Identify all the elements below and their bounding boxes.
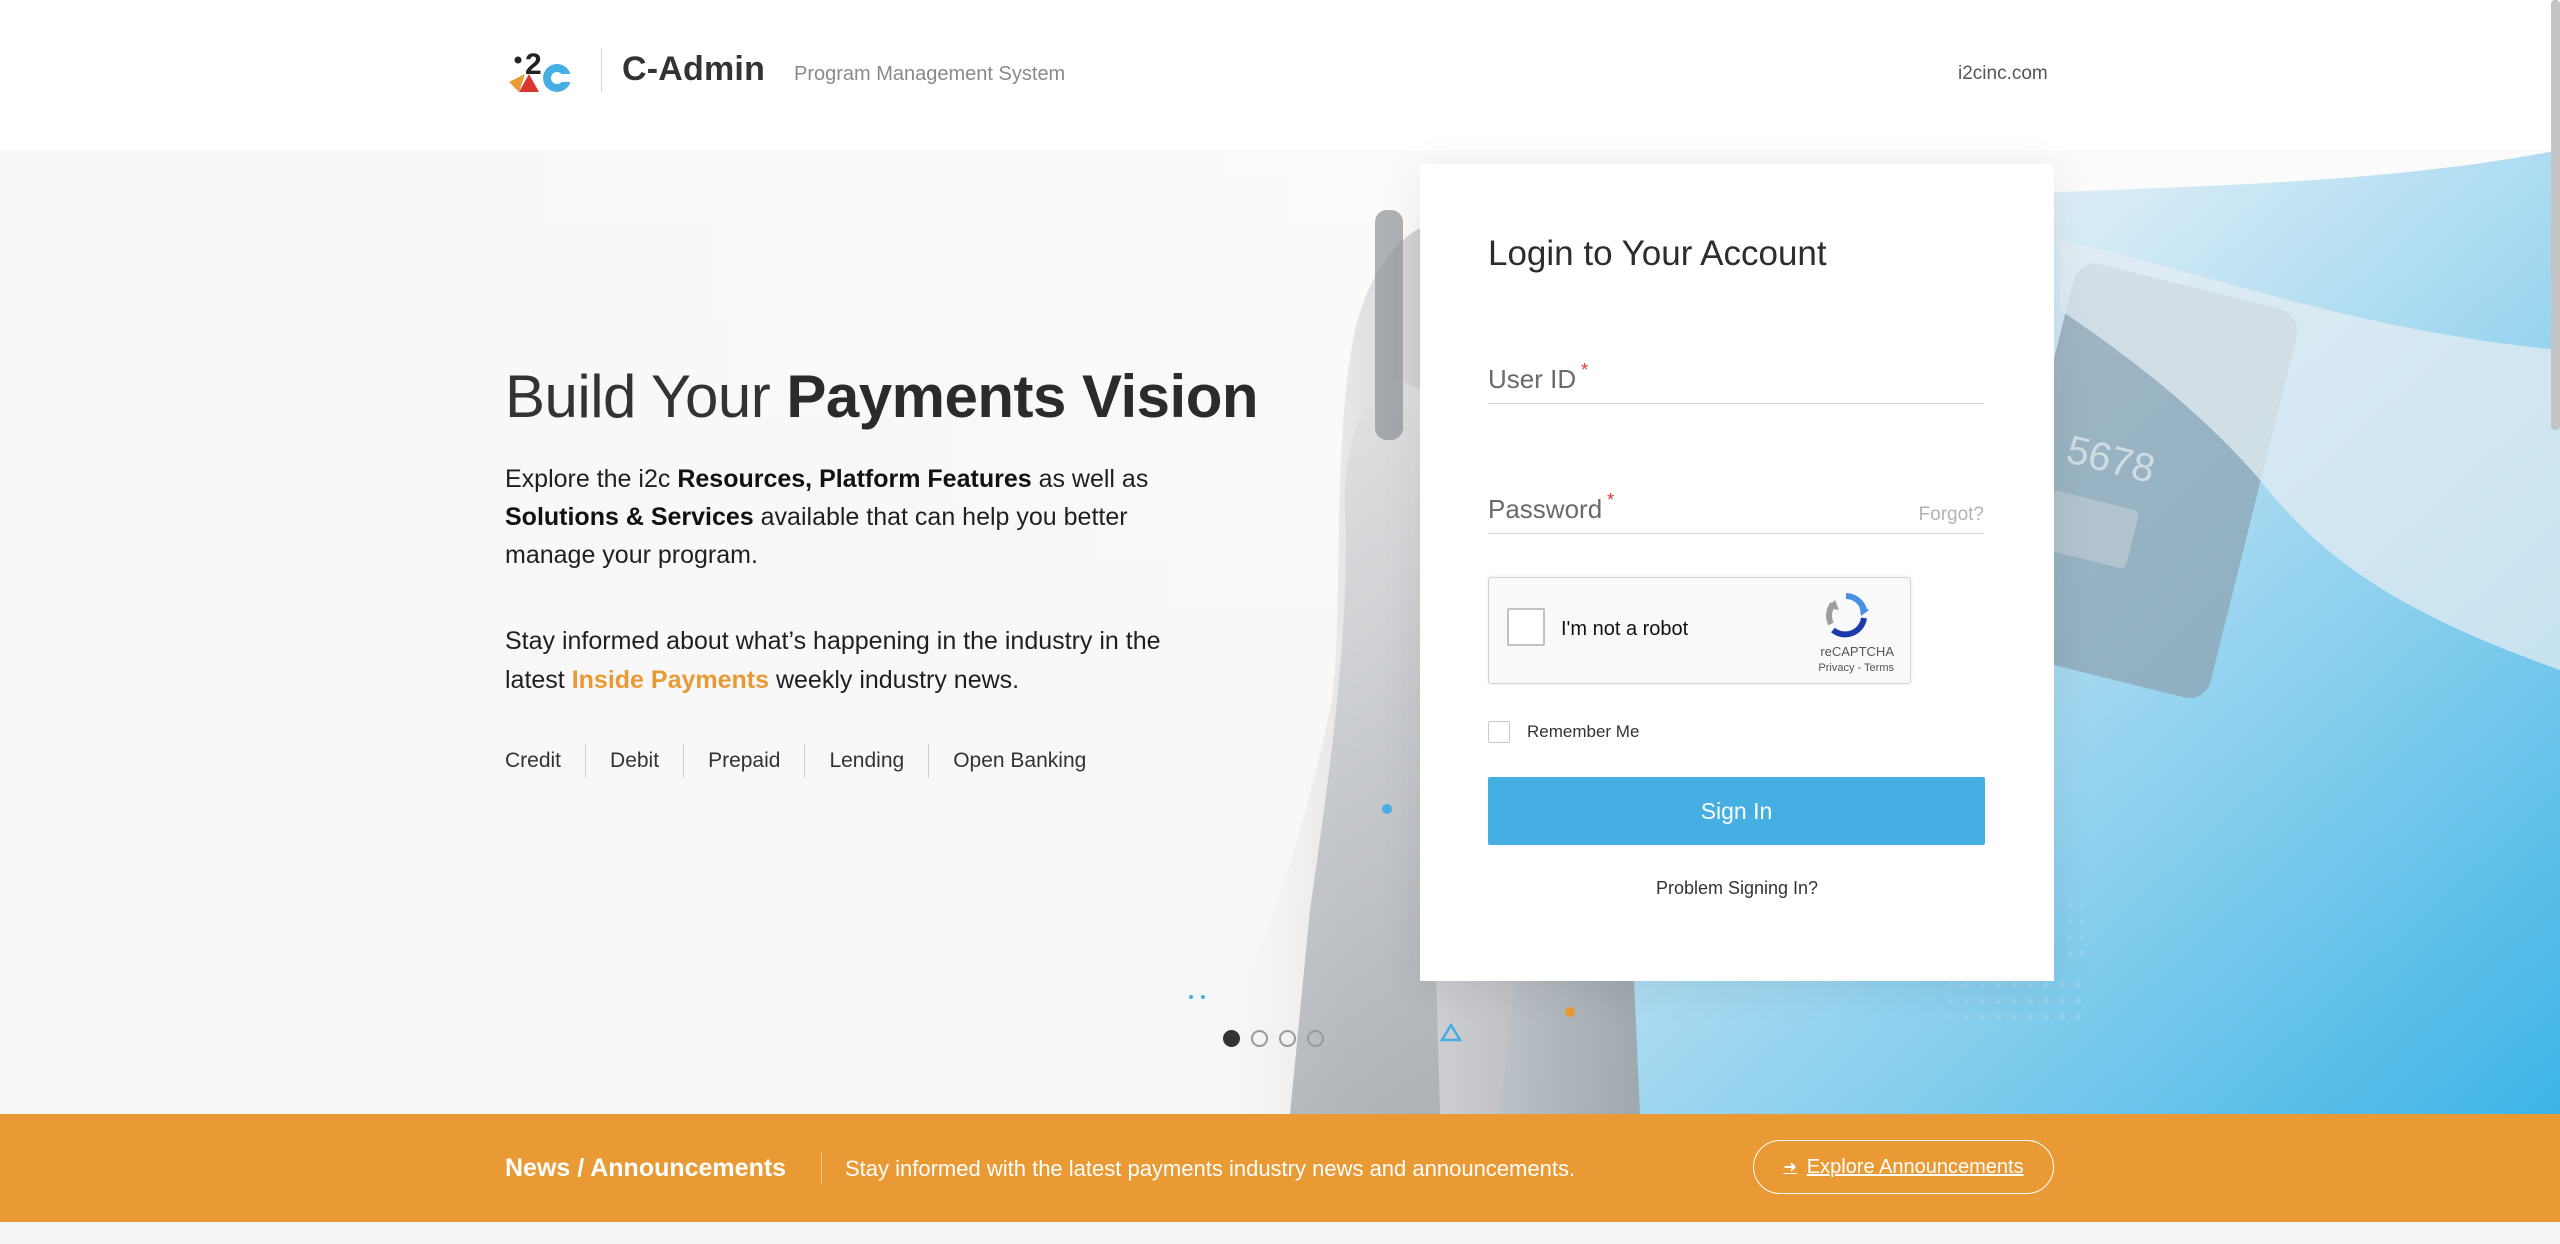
news-title: News / Announcements bbox=[505, 1154, 787, 1182]
carousel-dot-4[interactable] bbox=[1307, 1030, 1324, 1047]
news-text: Stay informed with the latest payments i… bbox=[845, 1156, 1576, 1181]
brand-subtitle: Program Management System bbox=[794, 63, 1066, 85]
hero-intro-paragraph: Explore the i2c Resources, Platform Feat… bbox=[505, 460, 1205, 574]
recaptcha-checkbox[interactable] bbox=[1507, 608, 1545, 646]
site-link[interactable]: i2cinc.com bbox=[1958, 63, 2048, 85]
user-id-field[interactable]: User ID * bbox=[1488, 334, 1984, 404]
carousel-dot-3[interactable] bbox=[1279, 1030, 1296, 1047]
hero-p1-bold-1: Resources, Platform Features bbox=[677, 465, 1032, 493]
recaptcha-links[interactable]: Privacy - Terms bbox=[1489, 662, 1894, 674]
recaptcha-brand: reCAPTCHA bbox=[1820, 644, 1894, 659]
hero-p1-text-2: as well as bbox=[1031, 465, 1149, 493]
tag-prepaid[interactable]: Prepaid bbox=[683, 744, 804, 778]
remember-me-label[interactable]: Remember Me bbox=[1527, 722, 1639, 742]
sign-in-button[interactable]: Sign In bbox=[1488, 777, 1985, 845]
remember-me-checkbox[interactable] bbox=[1488, 721, 1510, 743]
login-title: Login to Your Account bbox=[1488, 234, 1827, 273]
carousel-dots bbox=[1223, 1030, 1324, 1047]
explore-announcements-label: Explore Announcements bbox=[1806, 1155, 2024, 1178]
arrow-right-icon: ➜ bbox=[1783, 1159, 1797, 1176]
hero-section: 5678 Build Your Payments Vision Explore … bbox=[0, 150, 2560, 1114]
login-card: Login to Your Account User ID * Password *… bbox=[1420, 164, 2054, 981]
remember-me[interactable]: Remember Me bbox=[1488, 721, 1639, 743]
inside-payments-link[interactable]: Inside Payments bbox=[572, 666, 769, 694]
forgot-password-link[interactable]: Forgot? bbox=[1919, 504, 1984, 526]
brand-name: C-Admin bbox=[622, 50, 766, 88]
hero-title-light: Build Your bbox=[505, 363, 787, 430]
logo-divider bbox=[601, 48, 602, 92]
tag-credit[interactable]: Credit bbox=[505, 744, 585, 778]
news-bar: News / Announcements Stay informed with … bbox=[0, 1114, 2560, 1222]
page-scrollbar[interactable] bbox=[2551, 0, 2560, 430]
header: 2 C-Admin Program Management System i2ci… bbox=[0, 0, 2560, 150]
news-divider bbox=[821, 1151, 822, 1185]
explore-announcements-button[interactable]: ➜ Explore Announcements bbox=[1753, 1140, 2054, 1194]
tag-open-banking[interactable]: Open Banking bbox=[928, 744, 1110, 778]
recaptcha-widget: I'm not a robot reCAPTCHA Privacy - Term… bbox=[1488, 577, 1911, 684]
recaptcha-icon bbox=[1826, 593, 1869, 638]
hero-background-image: 5678 bbox=[0, 150, 2560, 1114]
hero-p2-text-2: weekly industry news. bbox=[769, 666, 1020, 694]
hero-tags: Credit Debit Prepaid Lending Open Bankin… bbox=[505, 744, 1110, 778]
svg-text:2: 2 bbox=[525, 48, 542, 81]
tag-lending[interactable]: Lending bbox=[804, 744, 928, 778]
i2c-logo-icon[interactable]: 2 bbox=[505, 44, 577, 98]
recaptcha-label: I'm not a robot bbox=[1561, 618, 1689, 640]
carousel-dot-1[interactable] bbox=[1223, 1030, 1240, 1047]
hero-news-paragraph: Stay informed about what’s happening in … bbox=[505, 622, 1225, 700]
footer-strip bbox=[0, 1222, 2560, 1244]
hero-p1-bold-2: Solutions & Services bbox=[505, 503, 754, 531]
hero-p1-text-1: Explore the i2c bbox=[505, 465, 678, 493]
tag-debit[interactable]: Debit bbox=[585, 744, 683, 778]
password-input[interactable] bbox=[1488, 464, 1984, 533]
problem-signing-in-link[interactable]: Problem Signing In? bbox=[1420, 878, 2054, 899]
password-field[interactable]: Password * Forgot? bbox=[1488, 464, 1984, 534]
hero-title-bold: Payments Vision bbox=[786, 363, 1258, 430]
carousel-dot-2[interactable] bbox=[1251, 1030, 1268, 1047]
user-id-input[interactable] bbox=[1488, 334, 1984, 403]
hero-title: Build Your Payments Vision bbox=[505, 362, 1258, 431]
